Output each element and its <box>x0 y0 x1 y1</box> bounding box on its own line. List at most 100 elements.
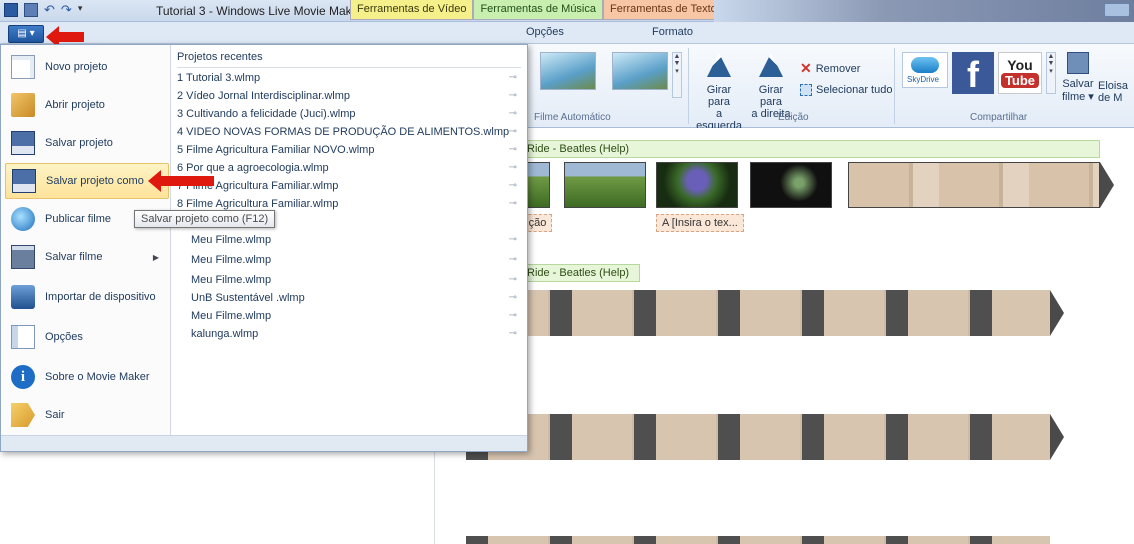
ctx-tab-text-tools[interactable]: Ferramentas de Texto <box>603 0 724 20</box>
recent-project-item[interactable]: UnB Sustentável .wlmp ⊸ <box>191 289 521 307</box>
title-bar: ↶ ↷ ▾ Tutorial 3 - Windows Live Movie Ma… <box>0 0 1134 22</box>
sign-in-label[interactable]: Eloisa de M <box>1098 80 1128 104</box>
pin-icon[interactable]: ⊸ <box>509 159 517 177</box>
music-track-1[interactable]: Ride - Beatles (Help) <box>520 140 1100 158</box>
recent-project-label: 4 VIDEO NOVAS FORMAS DE PRODUÇÃO DE ALIM… <box>177 126 510 138</box>
recent-project-item[interactable]: kalunga.wlmp ⊸ <box>191 325 521 343</box>
pin-icon[interactable]: ⊸ <box>509 87 517 105</box>
video-clip[interactable] <box>750 162 832 208</box>
undo-icon[interactable]: ↶ <box>44 3 55 17</box>
menu-item-salvar-filme[interactable]: Salvar filme ▶ <box>5 239 169 275</box>
menu-item-sair[interactable]: Sair <box>5 397 169 433</box>
minimize-button[interactable] <box>1104 3 1130 17</box>
video-clip[interactable] <box>656 162 738 208</box>
recent-project-item[interactable]: Meu Filme.wlmp ⊸ <box>191 251 521 269</box>
pin-icon[interactable]: ⊸ <box>509 141 517 159</box>
exit-icon <box>11 403 35 427</box>
rotate-left-button[interactable]: Girar para a esquerda <box>696 50 742 132</box>
autofilme-theme-thumb[interactable] <box>540 52 596 90</box>
autofilme-theme-thumb[interactable] <box>612 52 668 90</box>
info-icon: i <box>11 365 35 389</box>
pin-icon[interactable]: ⊸ <box>509 105 517 123</box>
title-bar-fill <box>714 0 1134 22</box>
pin-icon[interactable]: ⊸ <box>509 251 517 269</box>
pin-icon[interactable]: ⊸ <box>509 195 517 213</box>
video-clip[interactable] <box>564 162 646 208</box>
contextual-tabs: Ferramentas de Vídeo Ferramentas de Músi… <box>350 0 724 20</box>
photo-track[interactable] <box>466 536 1050 544</box>
ctx-tab-music-tools[interactable]: Ferramentas de Música <box>473 0 603 20</box>
tab-opcoes[interactable]: Opções <box>526 26 564 38</box>
photo-clip-strip[interactable] <box>848 162 1100 208</box>
menu-item-novo-projeto[interactable]: Novo projeto <box>5 49 169 85</box>
pin-icon[interactable]: ⊸ <box>509 325 517 343</box>
pin-icon[interactable]: ⊸ <box>509 69 517 87</box>
redo-icon[interactable]: ↷ <box>61 3 72 17</box>
save-film-label-1: Salvar <box>1062 78 1094 90</box>
caption-box[interactable]: A [Insira o tex... <box>656 214 744 232</box>
pin-icon[interactable]: ⊸ <box>509 271 517 289</box>
app-menu-button[interactable]: ▤ ▾ <box>8 25 44 43</box>
photo-track[interactable] <box>466 290 1050 336</box>
recent-project-item[interactable]: 1 Tutorial 3.wlmp ⊸ <box>177 69 521 87</box>
menu-item-label: Publicar filme <box>45 213 112 225</box>
recent-project-item[interactable]: 4 VIDEO NOVAS FORMAS DE PRODUÇÃO DE ALIM… <box>177 123 521 141</box>
save-icon[interactable] <box>24 3 38 17</box>
rotate-left-icon <box>707 53 731 77</box>
app-menu-commands: Novo projeto Abrir projeto Salvar projet… <box>1 45 171 435</box>
menu-item-sobre[interactable]: i Sobre o Movie Maker <box>5 359 169 395</box>
save-film-ribbon-button[interactable]: Salvar filme ▾ <box>1062 52 1094 103</box>
recent-project-item[interactable]: 6 Por que a agroecologia.wlmp ⊸ <box>177 159 521 177</box>
group-label-autofilme: Filme Automático <box>534 112 611 123</box>
ctx-tab-video-tools[interactable]: Ferramentas de Vídeo <box>350 0 474 20</box>
menu-item-salvar-projeto[interactable]: Salvar projeto <box>5 125 169 161</box>
recent-project-item[interactable]: 5 Filme Agricultura Familiar NOVO.wlmp ⊸ <box>177 141 521 159</box>
recent-project-label: 8 Filme Agricultura Familiar.wlmp <box>177 198 339 210</box>
remove-button[interactable]: ✕ Remover <box>800 60 860 77</box>
menu-item-abrir-projeto[interactable]: Abrir projeto <box>5 87 169 123</box>
recent-project-item[interactable]: 2 Vídeo Jornal Interdisciplinar.wlmp ⊸ <box>177 87 521 105</box>
recent-project-label: UnB Sustentável .wlmp <box>191 292 305 304</box>
pin-icon[interactable]: ⊸ <box>509 307 517 325</box>
rotate-right-button[interactable]: Girar para a direita <box>748 50 794 120</box>
sign-in-line-1: Eloisa <box>1098 80 1128 92</box>
rotate-right-icon <box>759 53 783 77</box>
menu-item-salvar-projeto-como[interactable]: Salvar projeto como <box>5 163 169 199</box>
red-arrow-annotation <box>148 170 214 192</box>
clip-end-arrow <box>1100 162 1114 208</box>
share-gallery-arrows[interactable]: ▲ ▼ ▾ <box>1046 52 1056 94</box>
recent-project-item[interactable]: 7 Filme Agricultura Familiar.wlmp ⊸ <box>177 177 521 195</box>
save-film-label-2: filme <box>1062 91 1086 103</box>
select-all-button[interactable]: Selecionar tudo <box>800 84 892 96</box>
select-all-label: Selecionar tudo <box>816 84 893 96</box>
pin-icon[interactable]: ⊸ <box>509 231 517 249</box>
save-film-icon <box>11 245 35 269</box>
group-separator <box>894 48 895 124</box>
new-project-icon <box>11 55 35 79</box>
skydrive-button[interactable]: SkyDrive <box>902 52 948 88</box>
menu-item-opcoes[interactable]: Opções <box>5 319 169 355</box>
photo-track[interactable] <box>466 414 1050 460</box>
import-device-icon <box>11 285 35 309</box>
pin-icon[interactable]: ⊸ <box>509 123 517 141</box>
app-menu: Novo projeto Abrir projeto Salvar projet… <box>0 44 528 452</box>
rotate-left-label-1: Girar para <box>706 84 732 108</box>
music-track-2[interactable]: Ride - Beatles (Help) <box>520 264 640 282</box>
recent-project-item[interactable]: 3 Cultivando a felicidade (Juci).wlmp ⊸ <box>177 105 521 123</box>
recent-project-item[interactable]: Meu Filme.wlmp ⊸ <box>191 231 521 249</box>
youtube-button[interactable]: You Tube <box>998 52 1042 94</box>
tab-formato[interactable]: Formato <box>652 26 693 38</box>
pin-icon[interactable]: ⊸ <box>509 177 517 195</box>
window-title: Tutorial 3 - Windows Live Movie Maker <box>156 4 363 18</box>
recent-project-label: Meu Filme.wlmp <box>191 254 272 266</box>
menu-item-importar[interactable]: Importar de dispositivo <box>5 279 169 315</box>
menu-item-label: Salvar filme <box>45 251 103 263</box>
customize-dropdown-icon[interactable]: ▾ <box>78 3 83 17</box>
gallery-scroll-arrows[interactable]: ▲ ▼ ▾ <box>672 52 682 98</box>
menu-item-label: Salvar projeto <box>45 137 113 149</box>
recent-project-item[interactable]: Meu Filme.wlmp ⊸ <box>191 307 521 325</box>
recent-project-item[interactable]: Meu Filme.wlmp ⊸ <box>191 271 521 289</box>
pin-icon[interactable]: ⊸ <box>509 289 517 307</box>
movie-maker-window: ↶ ↷ ▾ Tutorial 3 - Windows Live Movie Ma… <box>0 0 1134 544</box>
facebook-button[interactable]: f <box>952 52 994 95</box>
